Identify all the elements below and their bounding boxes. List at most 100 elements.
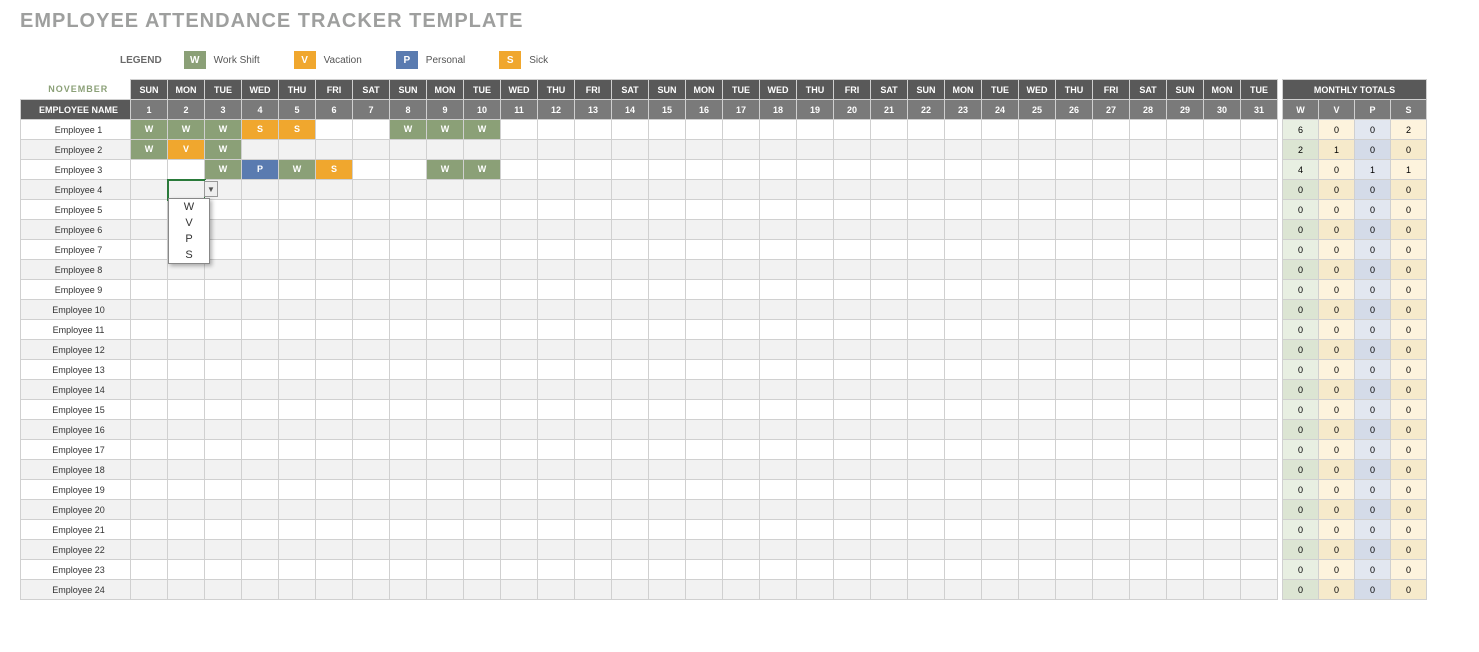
- attendance-cell[interactable]: [131, 440, 168, 460]
- attendance-cell[interactable]: [242, 220, 279, 240]
- attendance-cell[interactable]: [168, 420, 205, 440]
- attendance-cell[interactable]: [427, 540, 464, 560]
- attendance-cell[interactable]: [1167, 460, 1204, 480]
- attendance-cell[interactable]: [834, 500, 871, 520]
- attendance-cell[interactable]: [686, 340, 723, 360]
- attendance-cell[interactable]: [908, 260, 945, 280]
- attendance-cell[interactable]: [353, 280, 390, 300]
- attendance-cell[interactable]: [427, 440, 464, 460]
- attendance-cell[interactable]: [1130, 300, 1167, 320]
- attendance-cell[interactable]: [1019, 340, 1056, 360]
- attendance-cell[interactable]: [242, 500, 279, 520]
- attendance-cell[interactable]: [612, 280, 649, 300]
- attendance-cell[interactable]: [464, 440, 501, 460]
- attendance-cell[interactable]: [945, 560, 982, 580]
- attendance-cell[interactable]: [945, 300, 982, 320]
- attendance-cell[interactable]: [871, 200, 908, 220]
- attendance-cell[interactable]: [1241, 520, 1278, 540]
- attendance-cell[interactable]: [612, 340, 649, 360]
- attendance-cell[interactable]: [908, 540, 945, 560]
- attendance-cell[interactable]: [1241, 460, 1278, 480]
- attendance-cell[interactable]: [353, 560, 390, 580]
- attendance-cell[interactable]: [1241, 500, 1278, 520]
- attendance-cell[interactable]: [1167, 280, 1204, 300]
- attendance-cell[interactable]: [316, 340, 353, 360]
- attendance-cell[interactable]: [1093, 320, 1130, 340]
- employee-name-cell[interactable]: Employee 4: [21, 180, 131, 200]
- attendance-cell[interactable]: [316, 420, 353, 440]
- attendance-cell[interactable]: [1241, 480, 1278, 500]
- employee-name-cell[interactable]: Employee 18: [21, 460, 131, 480]
- attendance-cell[interactable]: [834, 220, 871, 240]
- attendance-cell[interactable]: [982, 560, 1019, 580]
- attendance-cell[interactable]: [686, 180, 723, 200]
- attendance-cell[interactable]: [501, 300, 538, 320]
- attendance-cell[interactable]: [353, 480, 390, 500]
- employee-name-cell[interactable]: Employee 2: [21, 140, 131, 160]
- attendance-cell[interactable]: [982, 420, 1019, 440]
- attendance-cell[interactable]: [982, 580, 1019, 600]
- attendance-cell[interactable]: [834, 400, 871, 420]
- attendance-cell[interactable]: [649, 580, 686, 600]
- attendance-cell[interactable]: [353, 540, 390, 560]
- attendance-cell[interactable]: [649, 240, 686, 260]
- attendance-cell[interactable]: [1093, 140, 1130, 160]
- attendance-cell[interactable]: [1204, 380, 1241, 400]
- attendance-cell[interactable]: [279, 200, 316, 220]
- attendance-cell[interactable]: [1093, 360, 1130, 380]
- attendance-cell[interactable]: [1130, 420, 1167, 440]
- attendance-cell[interactable]: [575, 480, 612, 500]
- attendance-cell[interactable]: [131, 540, 168, 560]
- attendance-cell[interactable]: [908, 400, 945, 420]
- attendance-cell[interactable]: V: [168, 140, 205, 160]
- attendance-cell[interactable]: [1019, 560, 1056, 580]
- attendance-cell[interactable]: [464, 360, 501, 380]
- attendance-cell[interactable]: [575, 140, 612, 160]
- attendance-cell[interactable]: [686, 480, 723, 500]
- employee-name-cell[interactable]: Employee 24: [21, 580, 131, 600]
- attendance-cell[interactable]: W: [427, 120, 464, 140]
- attendance-cell[interactable]: [390, 180, 427, 200]
- attendance-cell[interactable]: [686, 380, 723, 400]
- employee-name-cell[interactable]: Employee 9: [21, 280, 131, 300]
- attendance-cell[interactable]: [205, 460, 242, 480]
- attendance-cell[interactable]: [797, 340, 834, 360]
- attendance-cell[interactable]: [464, 300, 501, 320]
- attendance-cell[interactable]: [1204, 300, 1241, 320]
- attendance-cell[interactable]: [464, 220, 501, 240]
- attendance-cell[interactable]: [575, 380, 612, 400]
- attendance-cell[interactable]: [1241, 560, 1278, 580]
- attendance-cell[interactable]: [834, 540, 871, 560]
- attendance-cell[interactable]: [1241, 180, 1278, 200]
- attendance-cell[interactable]: [649, 140, 686, 160]
- attendance-cell[interactable]: [1241, 300, 1278, 320]
- attendance-cell[interactable]: [390, 500, 427, 520]
- attendance-cell[interactable]: [464, 420, 501, 440]
- attendance-cell[interactable]: W: [464, 120, 501, 140]
- attendance-cell[interactable]: [1056, 380, 1093, 400]
- attendance-cell[interactable]: [242, 520, 279, 540]
- employee-name-cell[interactable]: Employee 23: [21, 560, 131, 580]
- attendance-cell[interactable]: [1019, 280, 1056, 300]
- attendance-cell[interactable]: [1019, 120, 1056, 140]
- attendance-cell[interactable]: [612, 200, 649, 220]
- attendance-cell[interactable]: [1093, 120, 1130, 140]
- attendance-cell[interactable]: [723, 180, 760, 200]
- attendance-cell[interactable]: [834, 420, 871, 440]
- attendance-cell[interactable]: [427, 380, 464, 400]
- attendance-cell[interactable]: [686, 560, 723, 580]
- attendance-cell[interactable]: [945, 580, 982, 600]
- attendance-cell[interactable]: [279, 140, 316, 160]
- attendance-cell[interactable]: [945, 160, 982, 180]
- attendance-cell[interactable]: [1019, 180, 1056, 200]
- attendance-cell[interactable]: [649, 320, 686, 340]
- employee-name-cell[interactable]: Employee 19: [21, 480, 131, 500]
- attendance-cell[interactable]: [871, 320, 908, 340]
- attendance-cell[interactable]: [1241, 540, 1278, 560]
- attendance-cell[interactable]: [427, 340, 464, 360]
- attendance-cell[interactable]: [316, 560, 353, 580]
- attendance-cell[interactable]: [982, 240, 1019, 260]
- attendance-cell[interactable]: [1093, 420, 1130, 440]
- attendance-cell[interactable]: [1204, 280, 1241, 300]
- attendance-cell[interactable]: [908, 480, 945, 500]
